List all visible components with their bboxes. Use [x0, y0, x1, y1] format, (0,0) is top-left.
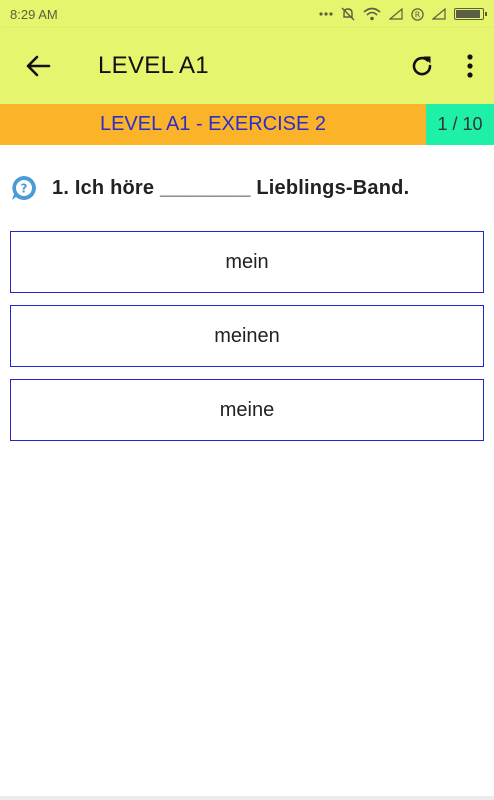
answer-option-label: meinen	[214, 324, 280, 347]
more-options-button[interactable]	[446, 28, 494, 104]
svg-text:?: ?	[21, 182, 28, 196]
registered-icon: R	[411, 7, 424, 21]
exercise-progress: 1 / 10	[426, 104, 494, 145]
exercise-title: LEVEL A1 - EXERCISE 2	[0, 104, 426, 145]
arrow-left-icon	[26, 55, 51, 77]
app-bar: LEVEL A1	[0, 28, 494, 104]
signal-icon	[432, 8, 446, 20]
divider	[0, 796, 494, 800]
answer-option[interactable]: meine	[10, 379, 484, 441]
mute-icon	[341, 7, 355, 21]
answer-option-label: mein	[225, 250, 269, 273]
more-vert-icon	[467, 54, 473, 78]
status-icons: R	[319, 7, 487, 21]
svg-text:R: R	[415, 10, 421, 19]
exercise-header: LEVEL A1 - EXERCISE 2 1 / 10	[0, 104, 494, 145]
wifi-icon	[363, 7, 381, 21]
refresh-icon	[412, 56, 432, 76]
signal-icon	[389, 8, 403, 20]
answer-option-label: meine	[219, 398, 275, 421]
page-title: LEVEL A1	[98, 52, 209, 79]
back-button[interactable]	[0, 28, 76, 104]
answer-option[interactable]: mein	[10, 231, 484, 293]
refresh-button[interactable]	[398, 28, 446, 104]
answer-option[interactable]: meinen	[10, 305, 484, 367]
help-bubble-icon: ?	[12, 176, 36, 200]
battery-icon	[454, 8, 487, 20]
dots-icon	[319, 12, 333, 16]
status-bar: 8:29 AM R	[0, 0, 494, 28]
question: ? 1. Ich höre ________ Lieblings-Band.	[10, 172, 409, 204]
question-text: 1. Ich höre ________ Lieblings-Band.	[52, 176, 410, 199]
status-time: 8:29 AM	[10, 6, 58, 22]
